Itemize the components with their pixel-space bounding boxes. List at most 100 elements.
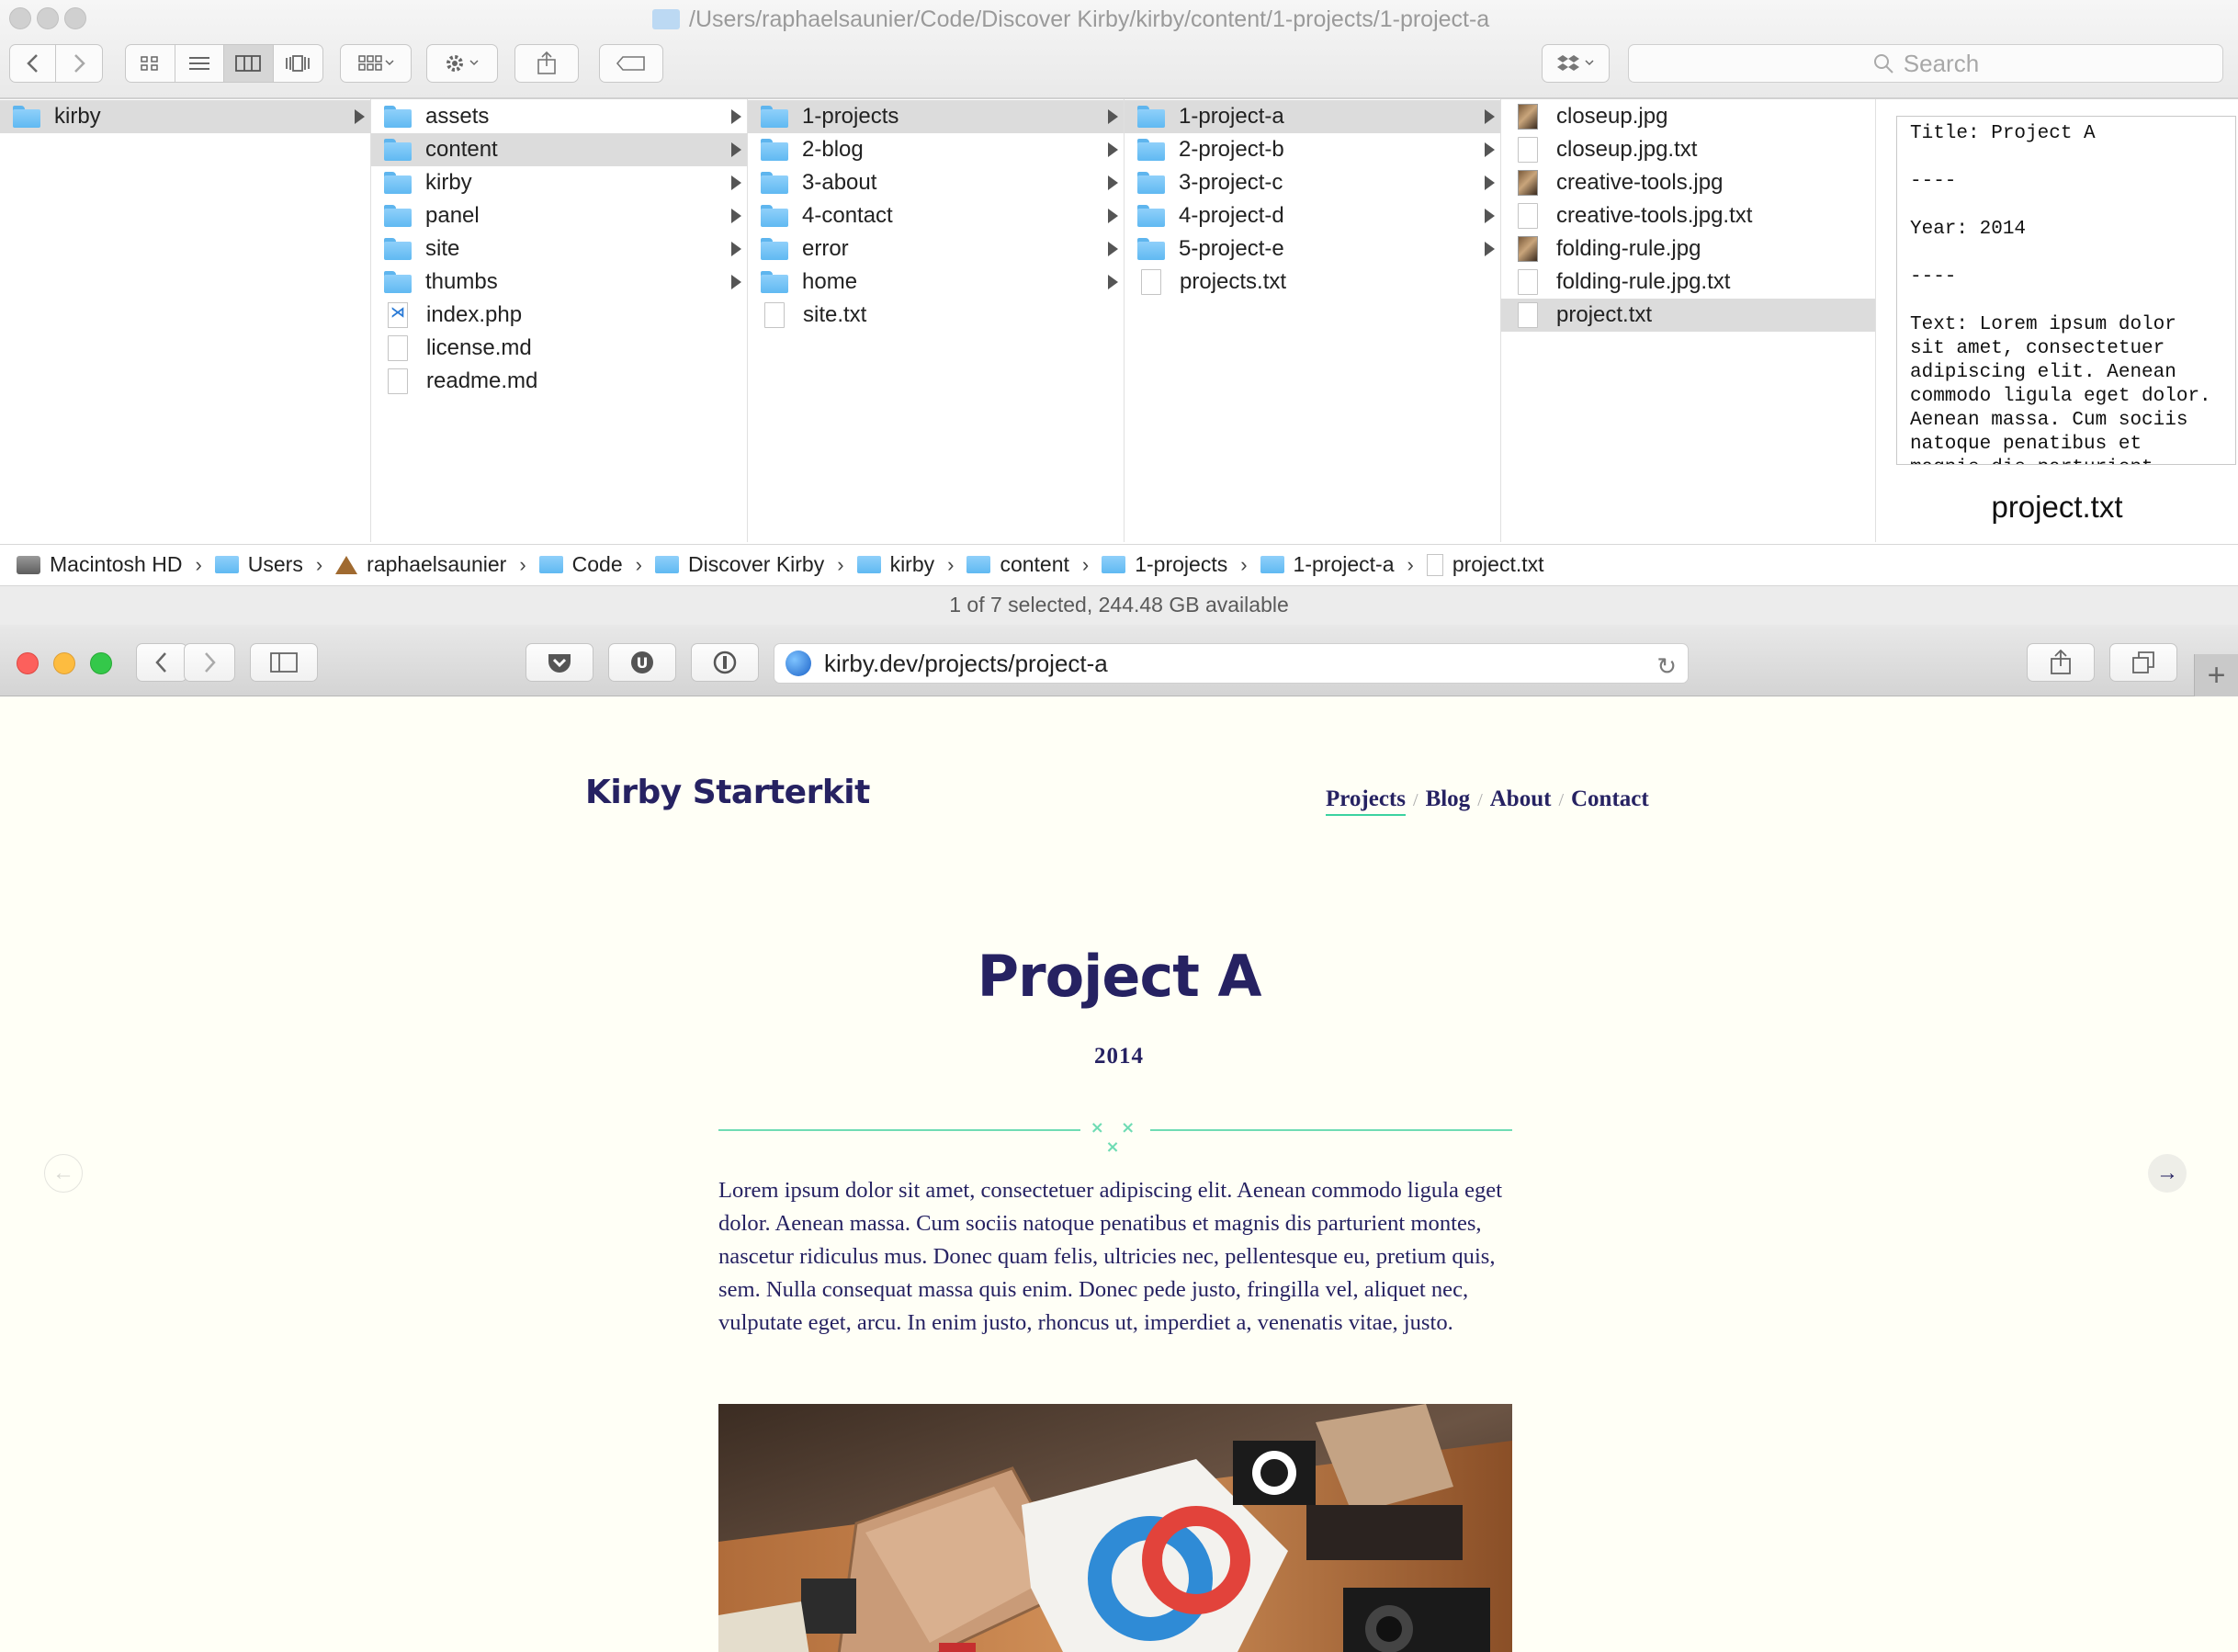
nav-link-projects[interactable]: Projects — [1326, 786, 1406, 816]
minimize-button[interactable] — [53, 652, 75, 674]
path-bar-item[interactable]: project.txt — [1426, 552, 1544, 577]
document-icon — [1518, 302, 1538, 328]
finder-item-label: error — [802, 236, 849, 261]
folder-icon — [538, 556, 563, 573]
window-title-path: /Users/raphaelsaunier/Code/Discover Kirb… — [689, 6, 1490, 32]
finder-item[interactable]: closeup.jpg — [1501, 100, 1875, 133]
finder-item[interactable]: panel — [371, 199, 747, 232]
finder-column-5: closeup.jpg closeup.jpg.txt creative-tools… — [1501, 99, 1876, 542]
finder-item[interactable]: 5-project-e — [1125, 232, 1500, 266]
forward-button[interactable] — [184, 643, 235, 682]
reload-icon[interactable]: ↻ — [1656, 652, 1677, 681]
finder-item[interactable]: 2-blog — [748, 133, 1124, 166]
path-bar-item[interactable]: Discover Kirby — [654, 552, 824, 577]
action-button[interactable] — [426, 44, 498, 83]
column-view-button[interactable] — [224, 45, 274, 82]
finder-item[interactable]: project.txt — [1501, 299, 1875, 332]
share-button[interactable] — [514, 44, 579, 83]
globe-icon — [786, 651, 811, 676]
finder-item[interactable]: assets — [371, 100, 747, 133]
ublock-button[interactable]: U — [608, 643, 676, 682]
tags-button[interactable] — [599, 44, 663, 83]
close-button[interactable] — [17, 652, 39, 674]
sidebar-button[interactable] — [250, 643, 318, 682]
path-bar-label: kirby — [889, 552, 935, 576]
finder-item[interactable]: 1-projects — [748, 100, 1124, 133]
finder-item[interactable]: index.php — [371, 299, 747, 332]
folder-icon — [654, 556, 679, 573]
preview-pane: Title: Project A ---- Year: 2014 ---- Te… — [1876, 99, 2238, 542]
finder-item[interactable]: error — [748, 232, 1124, 266]
search-field[interactable]: Search — [1628, 44, 2223, 83]
path-bar-item[interactable]: content — [966, 552, 1069, 577]
site-title[interactable]: Kirby Starterkit — [585, 774, 870, 811]
finder-item[interactable]: home — [748, 266, 1124, 299]
zoom-button[interactable] — [64, 7, 86, 29]
finder-column-1: kirby — [0, 99, 371, 542]
cover-flow-icon — [286, 55, 311, 72]
close-button[interactable] — [9, 7, 31, 29]
folder-icon — [1260, 556, 1284, 573]
back-button[interactable] — [136, 643, 187, 682]
nav-link-contact[interactable]: Contact — [1571, 786, 1649, 812]
path-bar-item[interactable]: kirby — [856, 552, 935, 577]
finder-item[interactable]: creative-tools.jpg.txt — [1501, 199, 1875, 232]
safari-toolbar: U kirby.dev/projects/project-a ↻ + — [0, 625, 2238, 696]
dropbox-button[interactable] — [1542, 44, 1610, 83]
document-icon — [1518, 269, 1538, 295]
password-manager-button[interactable] — [691, 643, 759, 682]
tabs-overview-button[interactable] — [2109, 643, 2177, 682]
icon-view-button[interactable] — [126, 45, 175, 82]
forward-button[interactable] — [56, 45, 102, 82]
disclosure-arrow-icon — [355, 109, 365, 124]
finder-item[interactable]: creative-tools.jpg — [1501, 166, 1875, 199]
finder-item[interactable]: site — [371, 232, 747, 266]
nav-link-blog[interactable]: Blog — [1426, 786, 1471, 812]
page-body-text: Lorem ipsum dolor sit amet, consectetuer… — [718, 1178, 1503, 1335]
finder-item[interactable]: projects.txt — [1125, 266, 1500, 299]
new-tab-button[interactable]: + — [2194, 654, 2238, 696]
finder-item-label: index.php — [426, 302, 523, 327]
nav-link-about[interactable]: About — [1490, 786, 1552, 812]
finder-item-label: projects.txt — [1180, 269, 1287, 294]
minimize-button[interactable] — [37, 7, 59, 29]
finder-item[interactable]: 3-about — [748, 166, 1124, 199]
finder-item[interactable]: kirby — [0, 100, 370, 133]
svg-text:U: U — [637, 654, 649, 672]
list-view-button[interactable] — [175, 45, 224, 82]
arrange-button[interactable] — [340, 44, 412, 83]
path-bar-item[interactable]: Code — [538, 552, 623, 577]
zoom-button[interactable] — [90, 652, 112, 674]
finder-item[interactable]: 3-project-c — [1125, 166, 1500, 199]
path-bar-item[interactable]: Users — [214, 552, 303, 577]
finder-item[interactable]: kirby — [371, 166, 747, 199]
finder-item[interactable]: site.txt — [748, 299, 1124, 332]
path-bar-item[interactable]: 1-project-a — [1260, 552, 1394, 577]
finder-item[interactable]: 4-project-d — [1125, 199, 1500, 232]
finder-item-label: 1-projects — [802, 104, 899, 129]
finder-item[interactable]: folding-rule.jpg.txt — [1501, 266, 1875, 299]
pocket-button[interactable] — [526, 643, 593, 682]
finder-item[interactable]: license.md — [371, 332, 747, 365]
finder-item[interactable]: thumbs — [371, 266, 747, 299]
finder-item-label: 2-project-b — [1179, 137, 1284, 162]
prev-project-button[interactable]: ← — [44, 1154, 83, 1193]
finder-item[interactable]: content — [371, 133, 747, 166]
finder-item[interactable]: 1-project-a — [1125, 100, 1500, 133]
search-placeholder: Search — [1903, 49, 1980, 77]
share-button[interactable] — [2027, 643, 2095, 682]
finder-item[interactable]: 4-contact — [748, 199, 1124, 232]
back-button[interactable] — [10, 45, 57, 82]
cover-flow-button[interactable] — [274, 45, 323, 82]
finder-item[interactable]: 2-project-b — [1125, 133, 1500, 166]
address-bar[interactable]: kirby.dev/projects/project-a ↻ — [774, 643, 1689, 684]
path-bar-item[interactable]: raphaelsaunier — [335, 552, 506, 577]
finder-item[interactable]: folding-rule.jpg — [1501, 232, 1875, 266]
folder-icon — [761, 205, 788, 227]
finder-item[interactable]: closeup.jpg.txt — [1501, 133, 1875, 166]
path-bar-item[interactable]: 1-projects — [1102, 552, 1227, 577]
finder-item[interactable]: readme.md — [371, 365, 747, 398]
path-bar-label: content — [1000, 552, 1069, 576]
path-bar-item[interactable]: Macintosh HD — [17, 552, 182, 577]
next-project-button[interactable]: → — [2148, 1154, 2187, 1193]
